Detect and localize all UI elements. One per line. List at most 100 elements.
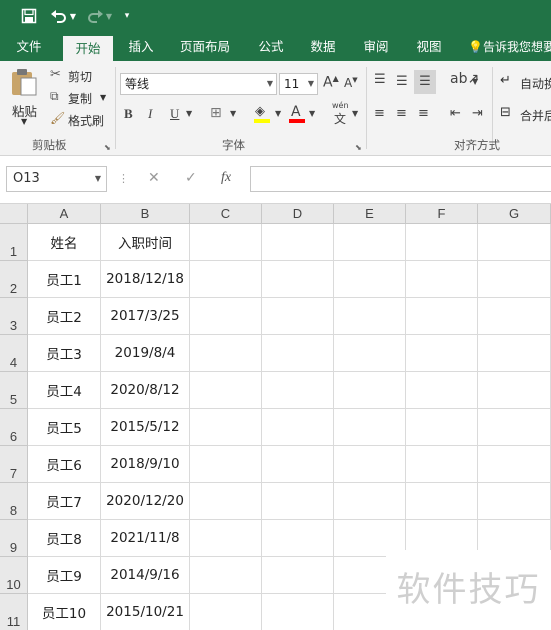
tab-home[interactable]: 开始 xyxy=(63,36,113,61)
cell-c6[interactable] xyxy=(190,409,262,446)
cell-g1[interactable] xyxy=(478,224,551,261)
select-all-corner[interactable] xyxy=(0,204,28,224)
cancel-icon[interactable]: ✕ xyxy=(148,170,160,186)
row-header[interactable]: 9 xyxy=(0,520,28,557)
cell-a2[interactable]: 员工1 xyxy=(28,261,101,298)
row-header[interactable]: 8 xyxy=(0,483,28,520)
cell-a3[interactable]: 员工2 xyxy=(28,298,101,335)
fill-color-button[interactable]: ◈ xyxy=(253,104,273,124)
cell-d10[interactable] xyxy=(262,557,334,594)
cell-c11[interactable] xyxy=(190,594,262,630)
cell-b9[interactable]: 2021/11/8 xyxy=(101,520,190,557)
chevron-down-icon[interactable]: ▼ xyxy=(472,77,478,86)
cell-c5[interactable] xyxy=(190,372,262,409)
decrease-indent-icon[interactable]: ⇤ xyxy=(450,106,461,121)
chevron-down-icon[interactable]: ▼ xyxy=(230,109,236,118)
customize-qat-icon[interactable]: ▾ xyxy=(120,4,134,28)
row-header[interactable]: 5 xyxy=(0,372,28,409)
cell-d11[interactable] xyxy=(262,594,334,630)
phonetic-guide-button[interactable]: wén 文 xyxy=(330,101,354,126)
cell-f3[interactable] xyxy=(406,298,478,335)
tab-insert[interactable]: 插入 xyxy=(118,33,164,61)
cell-e3[interactable] xyxy=(334,298,406,335)
cell-g7[interactable] xyxy=(478,446,551,483)
cell-d7[interactable] xyxy=(262,446,334,483)
cell-b6[interactable]: 2015/5/12 xyxy=(101,409,190,446)
cell-b10[interactable]: 2014/9/16 xyxy=(101,557,190,594)
undo-icon[interactable]: ▼ xyxy=(48,4,78,28)
align-bottom-icon[interactable]: ☰ xyxy=(414,70,436,94)
column-header-c[interactable]: C xyxy=(190,204,262,224)
row-header[interactable]: 7 xyxy=(0,446,28,483)
increase-indent-icon[interactable]: ⇥ xyxy=(472,106,483,121)
name-box[interactable]: O13 ▼ xyxy=(6,166,107,192)
cell-g4[interactable] xyxy=(478,335,551,372)
borders-icon[interactable]: ⊞ xyxy=(210,105,222,121)
formula-input[interactable] xyxy=(250,166,551,192)
cell-e5[interactable] xyxy=(334,372,406,409)
cell-b11[interactable]: 2015/10/21 xyxy=(101,594,190,630)
enter-check-icon[interactable]: ✓ xyxy=(185,170,197,186)
cell-a1[interactable]: 姓名 xyxy=(28,224,101,261)
cell-e2[interactable] xyxy=(334,261,406,298)
font-size-select[interactable]: 11 ▼ xyxy=(279,73,318,95)
align-middle-icon[interactable]: ☰ xyxy=(396,74,408,89)
cell-a8[interactable]: 员工7 xyxy=(28,483,101,520)
chevron-down-icon[interactable]: ▼ xyxy=(352,109,358,118)
cell-a10[interactable]: 员工9 xyxy=(28,557,101,594)
cell-c7[interactable] xyxy=(190,446,262,483)
cell-b3[interactable]: 2017/3/25 xyxy=(101,298,190,335)
cell-c3[interactable] xyxy=(190,298,262,335)
cell-d9[interactable] xyxy=(262,520,334,557)
tab-review[interactable]: 审阅 xyxy=(353,33,399,61)
copy-button[interactable]: ⧉ 复制 ▼ xyxy=(48,89,112,109)
cell-b4[interactable]: 2019/8/4 xyxy=(101,335,190,372)
cell-e1[interactable] xyxy=(334,224,406,261)
decrease-font-size-icon[interactable]: A▼ xyxy=(344,76,358,90)
align-left-icon[interactable]: ≡ xyxy=(374,106,385,121)
column-header-g[interactable]: G xyxy=(478,204,551,224)
save-icon[interactable] xyxy=(18,4,40,28)
tab-formulas[interactable]: 公式 xyxy=(248,33,294,61)
cell-c10[interactable] xyxy=(190,557,262,594)
cell-d2[interactable] xyxy=(262,261,334,298)
cell-a9[interactable]: 员工8 xyxy=(28,520,101,557)
column-header-a[interactable]: A xyxy=(28,204,101,224)
row-header[interactable]: 6 xyxy=(0,409,28,446)
merge-center-button[interactable]: ⊟ 合并后 xyxy=(500,105,551,125)
underline-button[interactable]: U xyxy=(170,106,179,122)
column-header-f[interactable]: F xyxy=(406,204,478,224)
cell-g5[interactable] xyxy=(478,372,551,409)
bold-button[interactable]: B xyxy=(124,106,133,122)
row-header[interactable]: 4 xyxy=(0,335,28,372)
cell-b8[interactable]: 2020/12/20 xyxy=(101,483,190,520)
cell-d6[interactable] xyxy=(262,409,334,446)
format-painter-button[interactable]: 🖌 格式刷 xyxy=(48,111,112,131)
cell-f7[interactable] xyxy=(406,446,478,483)
cell-g8[interactable] xyxy=(478,483,551,520)
font-color-button[interactable]: A xyxy=(288,104,306,124)
cut-button[interactable]: ✂ 剪切 xyxy=(48,67,108,87)
cell-e7[interactable] xyxy=(334,446,406,483)
tab-page-layout[interactable]: 页面布局 xyxy=(172,33,238,61)
column-header-d[interactable]: D xyxy=(262,204,334,224)
cell-d3[interactable] xyxy=(262,298,334,335)
align-right-icon[interactable]: ≡ xyxy=(418,106,429,121)
cell-d8[interactable] xyxy=(262,483,334,520)
cell-a6[interactable]: 员工5 xyxy=(28,409,101,446)
tell-me-search[interactable]: 💡告诉我您想要 xyxy=(468,33,551,61)
cell-g3[interactable] xyxy=(478,298,551,335)
cell-c4[interactable] xyxy=(190,335,262,372)
cell-g2[interactable] xyxy=(478,261,551,298)
tab-data[interactable]: 数据 xyxy=(300,33,346,61)
dialog-launcher-icon[interactable]: ⬊ xyxy=(355,143,362,152)
row-header[interactable]: 11 xyxy=(0,594,28,630)
paste-button[interactable]: 粘贴 ▼ xyxy=(6,65,42,129)
cell-f5[interactable] xyxy=(406,372,478,409)
align-center-icon[interactable]: ≡ xyxy=(396,106,407,121)
italic-button[interactable]: I xyxy=(148,106,152,122)
increase-font-size-icon[interactable]: A▲ xyxy=(323,74,339,91)
redo-icon[interactable]: ▼ xyxy=(84,4,114,28)
cell-a11[interactable]: 员工10 xyxy=(28,594,101,630)
cell-d1[interactable] xyxy=(262,224,334,261)
